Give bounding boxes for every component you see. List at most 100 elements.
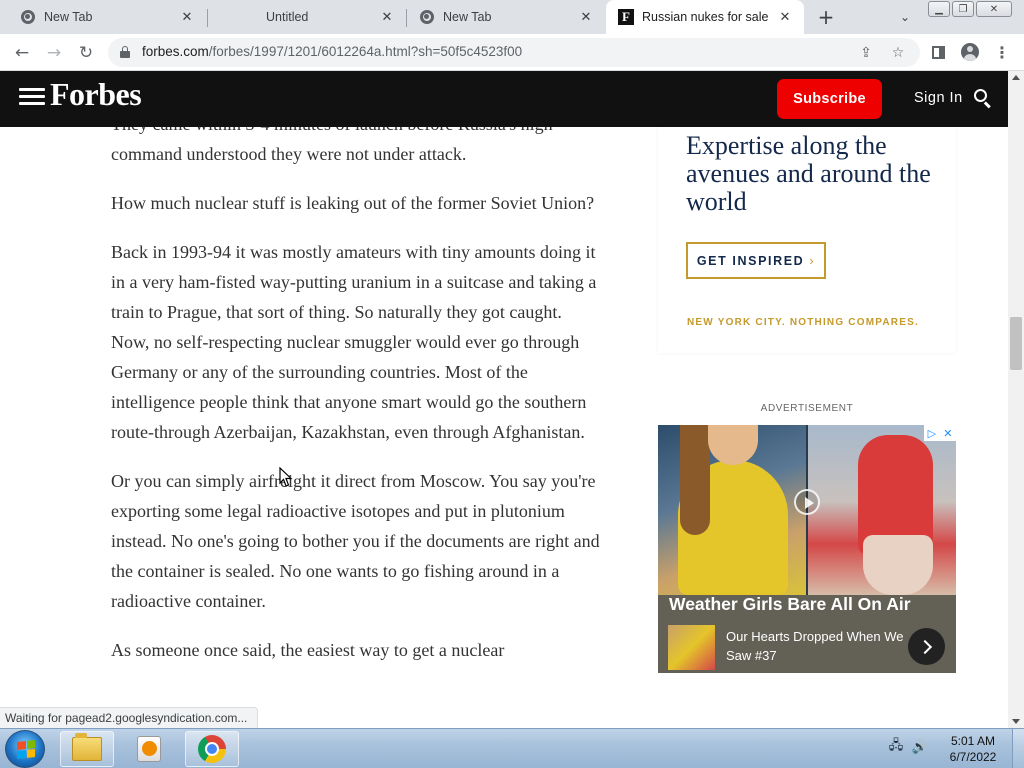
- menu-button[interactable]: ⋮: [992, 42, 1012, 62]
- status-bubble: Waiting for pagead2.googlesyndication.co…: [0, 707, 259, 728]
- tab-new-tab-1[interactable]: New Tab ✕: [0, 0, 206, 34]
- close-icon: ✕: [989, 3, 999, 15]
- url-text[interactable]: forbes.com/forbes/1997/1201/6012264a.htm…: [142, 44, 522, 59]
- plus-icon: +: [817, 5, 835, 29]
- tab-untitled[interactable]: Untitled ✕: [208, 0, 406, 34]
- start-button[interactable]: [5, 730, 45, 768]
- chrome-icon: [419, 9, 435, 25]
- tab-search-button[interactable]: ⌄: [893, 6, 917, 28]
- network-icon[interactable]: 🖧: [888, 738, 904, 755]
- windows-logo-icon: [17, 740, 35, 759]
- close-icon[interactable]: ✕: [178, 8, 196, 26]
- reload-button[interactable]: ↻: [72, 39, 100, 67]
- chevron-right-icon: [917, 639, 932, 654]
- chrome-icon: [198, 735, 226, 763]
- forbes-logo[interactable]: Forbes: [50, 76, 142, 113]
- chevron-right-icon: ›: [809, 253, 816, 268]
- site-header: Forbes Subscribe Sign In: [0, 71, 1008, 127]
- media-player-icon: [137, 736, 161, 762]
- side-panel-button[interactable]: [928, 42, 948, 62]
- scroll-up-arrow-icon[interactable]: [1012, 75, 1020, 80]
- tab-russian-nukes[interactable]: F Russian nukes for sale ✕: [606, 0, 804, 34]
- tab-new-tab-2[interactable]: New Tab ✕: [407, 0, 605, 34]
- advertisement-label: ADVERTISEMENT: [760, 403, 854, 414]
- forward-button[interactable]: →: [40, 39, 68, 67]
- article-paragraph: Or you can simply airfreight it direct f…: [111, 471, 600, 611]
- ad-headline: Expertise along the avenues and around t…: [686, 131, 931, 216]
- article-viewport: They came within 3-4 minutes of launch b…: [0, 127, 640, 728]
- minimize-button[interactable]: ▁: [928, 1, 950, 17]
- sign-in-link[interactable]: Sign In: [914, 90, 963, 106]
- article-paragraph: Back in 1993-94 it was mostly amateurs w…: [111, 242, 597, 442]
- adchoices-icon[interactable]: ▷ ✕: [924, 425, 956, 441]
- browser-toolbar: ← → ↻ forbes.com/forbes/1997/1201/601226…: [0, 34, 1024, 71]
- play-icon[interactable]: [794, 489, 820, 515]
- volume-icon[interactable]: 🔊: [912, 739, 928, 755]
- profile-icon: [961, 43, 979, 61]
- article-body: They came within 3-4 minutes of launch b…: [111, 127, 601, 684]
- chevron-down-icon: ⌄: [899, 10, 911, 24]
- next-button[interactable]: [908, 628, 945, 665]
- taskbar-media-player[interactable]: [122, 731, 176, 767]
- ad-image[interactable]: [658, 425, 956, 595]
- new-tab-button[interactable]: +: [814, 5, 838, 29]
- forbes-icon: F: [618, 9, 634, 25]
- minimize-icon: ▁: [935, 3, 943, 15]
- clock-date: 6/7/2022: [949, 750, 997, 764]
- url-path: /forbes/1997/1201/6012264a.html?sh=50f5c…: [208, 44, 523, 59]
- chrome-icon: [20, 9, 36, 25]
- close-icon[interactable]: ✕: [943, 427, 952, 440]
- page-scrollbar[interactable]: [1008, 71, 1024, 728]
- ad-tagline: NEW YORK CITY. NOTHING COMPARES.: [687, 317, 919, 328]
- ad-subtitle[interactable]: Our Hearts Dropped When We Saw #37: [726, 627, 906, 665]
- scroll-thumb[interactable]: [1010, 317, 1022, 370]
- mouse-cursor-icon: [279, 467, 293, 487]
- windows-taskbar: 🖧 🔊 5:01 AM 6/7/2022: [0, 728, 1024, 768]
- tab-strip: New Tab ✕ Untitled ✕ New Tab ✕ F Russian…: [0, 0, 1024, 34]
- restore-button[interactable]: ❐: [952, 1, 974, 17]
- arrow-right-icon: →: [46, 43, 62, 63]
- show-desktop-button[interactable]: [1012, 729, 1024, 768]
- reload-icon: ↻: [78, 43, 94, 63]
- system-tray: 🖧 🔊: [888, 738, 928, 755]
- ad-title[interactable]: Weather Girls Bare All On Air: [669, 594, 911, 615]
- scroll-down-arrow-icon[interactable]: [1012, 719, 1020, 724]
- article-paragraph: They came within 3-4 minutes of launch b…: [111, 127, 553, 164]
- lock-icon[interactable]: [120, 46, 130, 58]
- close-icon[interactable]: ✕: [378, 8, 396, 26]
- article-paragraph: How much nuclear stuff is leaking out of…: [111, 193, 595, 213]
- bookmark-star-icon[interactable]: ☆: [888, 43, 908, 63]
- window-controls: ▁ ❐ ✕: [928, 1, 1012, 17]
- kebab-menu-icon: ⋮: [994, 42, 1010, 62]
- tab-title: Russian nukes for sale: [642, 10, 769, 24]
- taskbar-chrome[interactable]: [185, 731, 239, 767]
- address-bar[interactable]: forbes.com/forbes/1997/1201/6012264a.htm…: [108, 38, 920, 67]
- hamburger-menu-icon[interactable]: [19, 88, 45, 110]
- url-host: forbes.com: [142, 44, 209, 59]
- arrow-left-icon: ←: [14, 43, 30, 63]
- subscribe-button[interactable]: Subscribe: [777, 79, 882, 119]
- nyc-ad[interactable]: Expertise along the avenues and around t…: [658, 127, 956, 353]
- video-ad[interactable]: ▷ ✕ Weather Girls Bare All On Air Our Hea…: [658, 425, 956, 673]
- article-paragraph: As someone once said, the easiest way to…: [111, 640, 505, 660]
- tab-title: New Tab: [443, 10, 492, 24]
- profile-button[interactable]: [960, 42, 980, 62]
- ad-thumbnail[interactable]: [668, 625, 715, 670]
- button-label: GET INSPIRED: [696, 253, 805, 268]
- side-panel-icon: [931, 45, 945, 59]
- taskbar-explorer[interactable]: [60, 731, 114, 767]
- back-button[interactable]: ←: [8, 39, 36, 67]
- search-icon[interactable]: [974, 89, 992, 109]
- folder-icon: [72, 733, 102, 761]
- tab-title: Untitled: [266, 10, 309, 24]
- get-inspired-button[interactable]: GET INSPIRED ›: [686, 242, 826, 279]
- taskbar-clock[interactable]: 5:01 AM 6/7/2022: [943, 733, 1003, 765]
- close-window-button[interactable]: ✕: [976, 1, 1012, 17]
- close-icon[interactable]: ✕: [577, 8, 595, 26]
- blank-icon: [242, 9, 258, 25]
- share-icon[interactable]: ⇪: [856, 43, 876, 63]
- close-icon[interactable]: ✕: [776, 8, 794, 26]
- clock-time: 5:01 AM: [950, 734, 996, 748]
- restore-icon: ❐: [958, 3, 968, 15]
- tab-title: New Tab: [44, 10, 93, 24]
